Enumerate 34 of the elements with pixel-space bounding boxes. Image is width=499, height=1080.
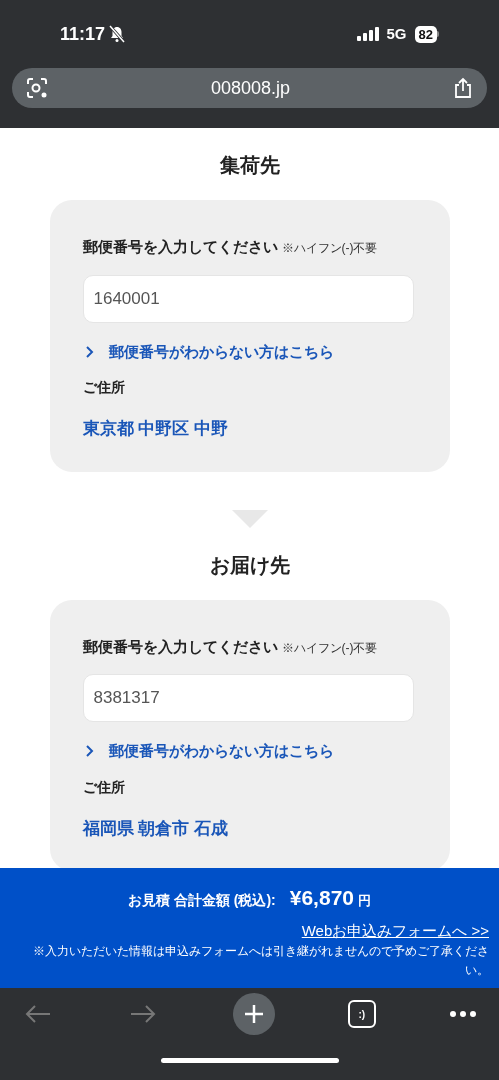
chevron-right-icon bbox=[84, 344, 95, 359]
postal-code-field[interactable]: 1640001 bbox=[82, 274, 414, 323]
plus-icon bbox=[243, 1004, 264, 1024]
notice-text: ※入力いただいた情報は申込みフォームへは引き継がれませんので予めご了承ください。 bbox=[32, 943, 489, 979]
field-label: 郵便番号を入力してください bbox=[82, 237, 278, 257]
field-label: 郵便番号を入力してください bbox=[82, 636, 278, 657]
field-note: ※ハイフン(-)不要 bbox=[281, 639, 378, 657]
section-title: 集荷先 bbox=[219, 153, 280, 178]
share-icon[interactable] bbox=[453, 77, 473, 99]
signal-icon bbox=[356, 27, 381, 41]
address-label: ご住所 bbox=[82, 777, 126, 797]
bell-off-icon bbox=[109, 25, 126, 43]
tabs-button[interactable]: :) bbox=[347, 1000, 376, 1028]
postal-code-field[interactable]: 8381317 bbox=[82, 674, 414, 722]
field-note: ※ハイフン(-)不要 bbox=[281, 240, 378, 257]
estimate-amount: ¥6,870 bbox=[289, 885, 354, 911]
status-time: 11:17 bbox=[60, 22, 106, 46]
currency-unit: 円 bbox=[358, 892, 371, 910]
apply-form-link[interactable]: Webお申込みフォームへ >> bbox=[301, 919, 489, 942]
address-text: 東京都 中野区 中野 bbox=[82, 418, 229, 440]
new-tab-button[interactable] bbox=[232, 993, 275, 1035]
estimate-label: お見積 合計金額 (税込): bbox=[128, 891, 276, 910]
more-icon[interactable] bbox=[449, 1010, 477, 1018]
help-link[interactable]: 郵便番号がわからない方はこちら bbox=[82, 340, 417, 363]
lens-icon[interactable] bbox=[26, 77, 48, 99]
battery-indicator: 82 bbox=[414, 25, 437, 43]
section-title: お届け先 bbox=[209, 552, 290, 578]
network-label: 5G bbox=[386, 23, 407, 44]
address-text: 福岡県 朝倉市 石成 bbox=[82, 817, 229, 840]
address-label: ご住所 bbox=[82, 378, 126, 397]
url-text: 008008.jp bbox=[209, 76, 292, 100]
help-link[interactable]: 郵便番号がわからない方はこちら bbox=[82, 740, 417, 763]
chevron-right-icon bbox=[84, 744, 95, 759]
address-bar[interactable]: 008008.jp bbox=[12, 68, 487, 108]
